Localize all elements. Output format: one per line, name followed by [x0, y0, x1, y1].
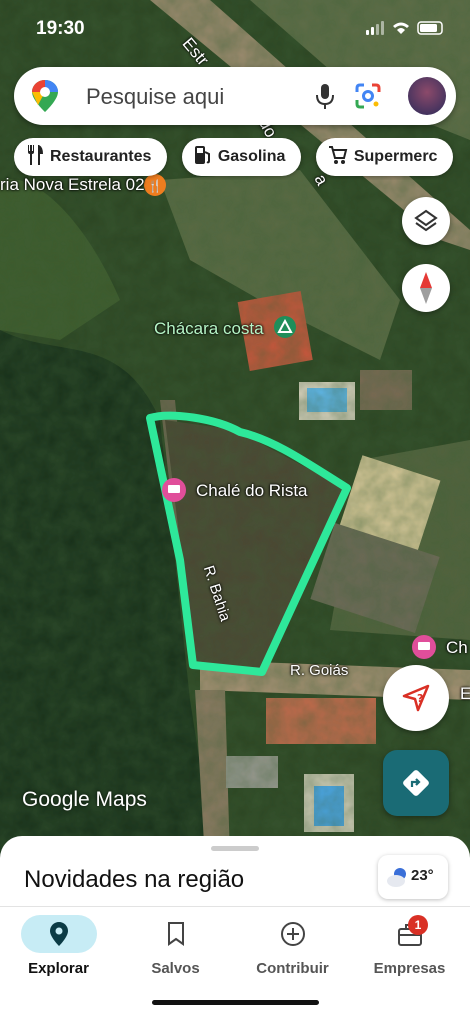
- explore-pin-icon: [50, 922, 68, 946]
- directions-button[interactable]: [383, 750, 449, 816]
- chip-label: Supermerc: [353, 148, 438, 165]
- nav-label: Explorar: [28, 960, 89, 977]
- location-unknown-icon: ?: [402, 684, 430, 712]
- place-label-right[interactable]: Ch: [446, 638, 468, 658]
- search-bar[interactable]: Pesquise aqui: [14, 67, 456, 125]
- compass-button[interactable]: [402, 264, 450, 312]
- status-time: 19:30: [36, 18, 85, 39]
- nav-contribuir[interactable]: Contribuir: [234, 907, 351, 997]
- sheet-drag-handle[interactable]: [211, 846, 259, 851]
- avatar[interactable]: [408, 77, 446, 115]
- microphone-icon[interactable]: [314, 83, 336, 111]
- gas-station-icon: [194, 145, 210, 164]
- nav-label: Contribuir: [256, 960, 329, 977]
- search-input[interactable]: Pesquise aqui: [86, 84, 224, 110]
- place-label-right-2: E: [460, 684, 470, 703]
- chip-gasolina[interactable]: Gasolina: [181, 138, 302, 176]
- nav-salvos[interactable]: Salvos: [117, 907, 234, 997]
- sheet-title: Novidades na região: [24, 866, 245, 893]
- bottom-sheet[interactable]: Novidades na região 23°: [0, 836, 470, 916]
- svg-text:🍴: 🍴: [148, 179, 163, 193]
- place-label-chacara-costa[interactable]: Chácara costa: [154, 319, 264, 339]
- google-maps-pin-logo-icon: [32, 80, 58, 112]
- signal-icon: [366, 21, 384, 35]
- chip-label: Restaurantes: [50, 148, 152, 165]
- my-location-button[interactable]: ?: [383, 665, 449, 731]
- chip-supermercados[interactable]: Supermerc: [315, 138, 454, 176]
- add-circle-icon: [281, 922, 305, 946]
- weather-chip[interactable]: 23°: [378, 855, 448, 899]
- google-maps-attribution: Google Maps: [22, 788, 147, 811]
- status-bar: 19:30: [0, 0, 470, 58]
- cart-icon: [328, 145, 348, 164]
- status-icons: [366, 20, 446, 41]
- chip-label: Gasolina: [217, 148, 286, 165]
- svg-text:?: ?: [417, 692, 423, 705]
- weather-cloud-icon: [387, 868, 406, 887]
- compass-icon: [420, 272, 432, 304]
- temperature: 23°: [411, 867, 434, 884]
- chip-restaurantes[interactable]: Restaurantes: [14, 138, 168, 176]
- nav-label: Salvos: [151, 960, 200, 977]
- nav-empresas[interactable]: 1 Empresas: [351, 907, 468, 997]
- place-label-chale-do-rista[interactable]: Chalé do Rista: [196, 481, 308, 501]
- directions-icon: [403, 770, 429, 796]
- layers-button[interactable]: [402, 197, 450, 245]
- category-chips: Restaurantes Gasolina Supermerc: [14, 138, 470, 180]
- wifi-icon: [393, 22, 409, 34]
- bookmark-icon: [168, 922, 184, 946]
- restaurant-icon: [28, 144, 43, 165]
- google-lens-icon[interactable]: [355, 83, 381, 109]
- notification-badge: 1: [408, 915, 428, 935]
- nav-explorar[interactable]: Explorar: [0, 907, 117, 997]
- layers-icon: [414, 209, 438, 232]
- home-indicator[interactable]: [152, 1000, 319, 1005]
- street-label-rua-goias: R. Goiás: [290, 662, 349, 679]
- nav-label: Empresas: [373, 960, 446, 977]
